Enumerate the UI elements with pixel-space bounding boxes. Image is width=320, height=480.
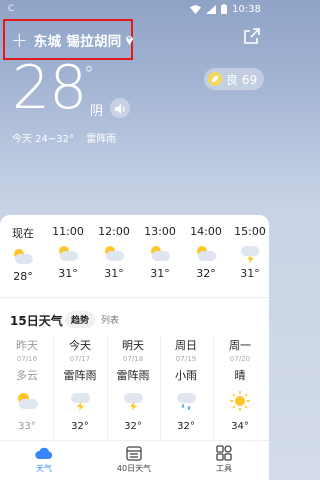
hour-item: 12:00 31°: [94, 225, 134, 280]
status-icons: 10:38: [190, 4, 261, 15]
air-quality-badge[interactable]: 良 69: [204, 68, 264, 90]
hour-item: 现在 28°: [3, 225, 43, 283]
day-item[interactable]: 昨天 07/16 多云 33°: [3, 337, 51, 432]
hourly-forecast[interactable]: 现在 28° 11:00 31° 12:00 31° 13:00 31° 14:…: [0, 225, 269, 295]
hour-time: 12:00: [98, 225, 130, 238]
tab-40-day[interactable]: 40日天气: [104, 445, 164, 474]
status-indicator: C: [8, 4, 15, 14]
tools-tab-icon: [215, 445, 233, 461]
forecast-15-day-title: 15日天气: [10, 314, 63, 328]
today-range: 今天 24~32°: [12, 134, 75, 145]
hour-time: 14:00: [190, 225, 222, 238]
partly-cloudy-icon: [57, 245, 79, 263]
thunderstorm-icon: [121, 391, 145, 411]
day-condition: 雷阵雨: [116, 369, 150, 382]
day-date: 07/20: [229, 355, 251, 363]
tab-weather[interactable]: 天气: [14, 445, 74, 474]
signal-icon: [206, 4, 217, 14]
hour-temp: 28°: [13, 270, 33, 283]
day-item[interactable]: 周日 07/19 小雨 32°: [162, 337, 210, 432]
day-condition: 雷阵雨: [63, 369, 97, 382]
partly-cloudy-icon: [103, 245, 125, 263]
trend-toggle[interactable]: 趋势: [65, 311, 96, 328]
wifi-icon: [190, 4, 202, 14]
add-city-icon[interactable]: +: [11, 30, 28, 50]
day-date: 07/16: [16, 355, 38, 363]
battery-icon: [221, 4, 228, 14]
day-divider: [107, 337, 108, 447]
partly-cloudy-icon: [15, 391, 39, 411]
day-high-temp: 33°: [18, 421, 36, 432]
day-name: 昨天: [16, 339, 38, 352]
hour-item: 14:00 32°: [186, 225, 226, 280]
bottom-tab-bar: 天气 40日天气 工具: [0, 440, 269, 480]
sunny-icon: [228, 391, 252, 411]
list-toggle[interactable]: 列表: [101, 313, 119, 326]
day-name: 周一: [229, 339, 251, 352]
day-high-temp: 32°: [124, 421, 142, 432]
hour-time: 13:00: [144, 225, 176, 238]
partly-cloudy-icon: [149, 245, 171, 263]
clock-time: 10:38: [232, 3, 261, 15]
day-high-temp: 32°: [71, 421, 89, 432]
daily-forecast[interactable]: 昨天 07/16 多云 33° 今天 07/17 雷阵雨 32° 明天 07/1…: [0, 337, 269, 447]
hour-time: 现在: [12, 227, 34, 240]
hour-temp: 31°: [240, 267, 260, 280]
partly-cloudy-icon: [195, 245, 217, 263]
day-item[interactable]: 明天 07/18 雷阵雨 32°: [109, 337, 157, 432]
thunderstorm-icon: [68, 391, 92, 411]
day-divider: [160, 337, 161, 447]
day-date: 07/18: [122, 355, 144, 363]
tab-label: 天气: [36, 464, 52, 473]
day-name: 今天: [69, 339, 91, 352]
speaker-icon: [114, 99, 126, 118]
hour-temp: 32°: [196, 267, 216, 280]
today-condition: 雷阵雨: [86, 134, 117, 145]
hour-temp: 31°: [104, 267, 124, 280]
today-summary: 今天 24~32° 雷阵雨: [12, 130, 116, 145]
current-temperature: 28: [12, 53, 87, 123]
day-condition: 晴: [234, 369, 246, 382]
day-high-temp: 34°: [231, 421, 249, 432]
day-date: 07/19: [175, 355, 197, 363]
hour-time: 15:00: [234, 225, 266, 238]
day-date: 07/17: [69, 355, 91, 363]
day-name: 周日: [175, 339, 197, 352]
hour-item: 13:00 31°: [140, 225, 180, 280]
leaf-icon: [208, 72, 222, 86]
tab-label: 工具: [216, 464, 232, 473]
weather-tab-icon: [35, 445, 53, 461]
day-divider: [213, 337, 214, 447]
hour-temp: 31°: [150, 267, 170, 280]
day-item[interactable]: 今天 07/17 雷阵雨 32°: [56, 337, 104, 432]
section-divider: [0, 297, 269, 298]
tab-tools[interactable]: 工具: [194, 445, 254, 474]
day-high-temp: 32°: [177, 421, 195, 432]
hour-item: 11:00 31°: [48, 225, 88, 280]
light-rain-icon: [174, 391, 198, 411]
day-item[interactable]: 周一 07/20 晴 34°: [216, 337, 264, 432]
view-toggle: 趋势 列表: [65, 311, 119, 328]
location-name[interactable]: 东城 锡拉胡同: [34, 30, 122, 50]
partly-cloudy-icon: [12, 248, 34, 266]
voice-broadcast-button[interactable]: [110, 98, 130, 118]
calendar-tab-icon: [125, 445, 143, 461]
tab-label: 40日天气: [116, 464, 152, 473]
day-divider: [53, 337, 54, 447]
air-quality-label: 良 69: [226, 72, 258, 87]
day-condition: 小雨: [175, 369, 197, 382]
status-bar: C 10:38: [0, 0, 269, 18]
day-name: 明天: [122, 339, 144, 352]
degree-symbol: °: [84, 62, 94, 86]
location-pin-icon: [125, 34, 134, 45]
share-icon[interactable]: [244, 28, 260, 48]
hour-item: 15:00 31°: [230, 225, 270, 280]
day-condition: 多云: [16, 369, 38, 382]
hour-temp: 31°: [58, 267, 78, 280]
hour-time: 11:00: [52, 225, 84, 238]
current-condition: 阴: [90, 104, 104, 119]
thunderstorm-icon: [239, 245, 261, 263]
